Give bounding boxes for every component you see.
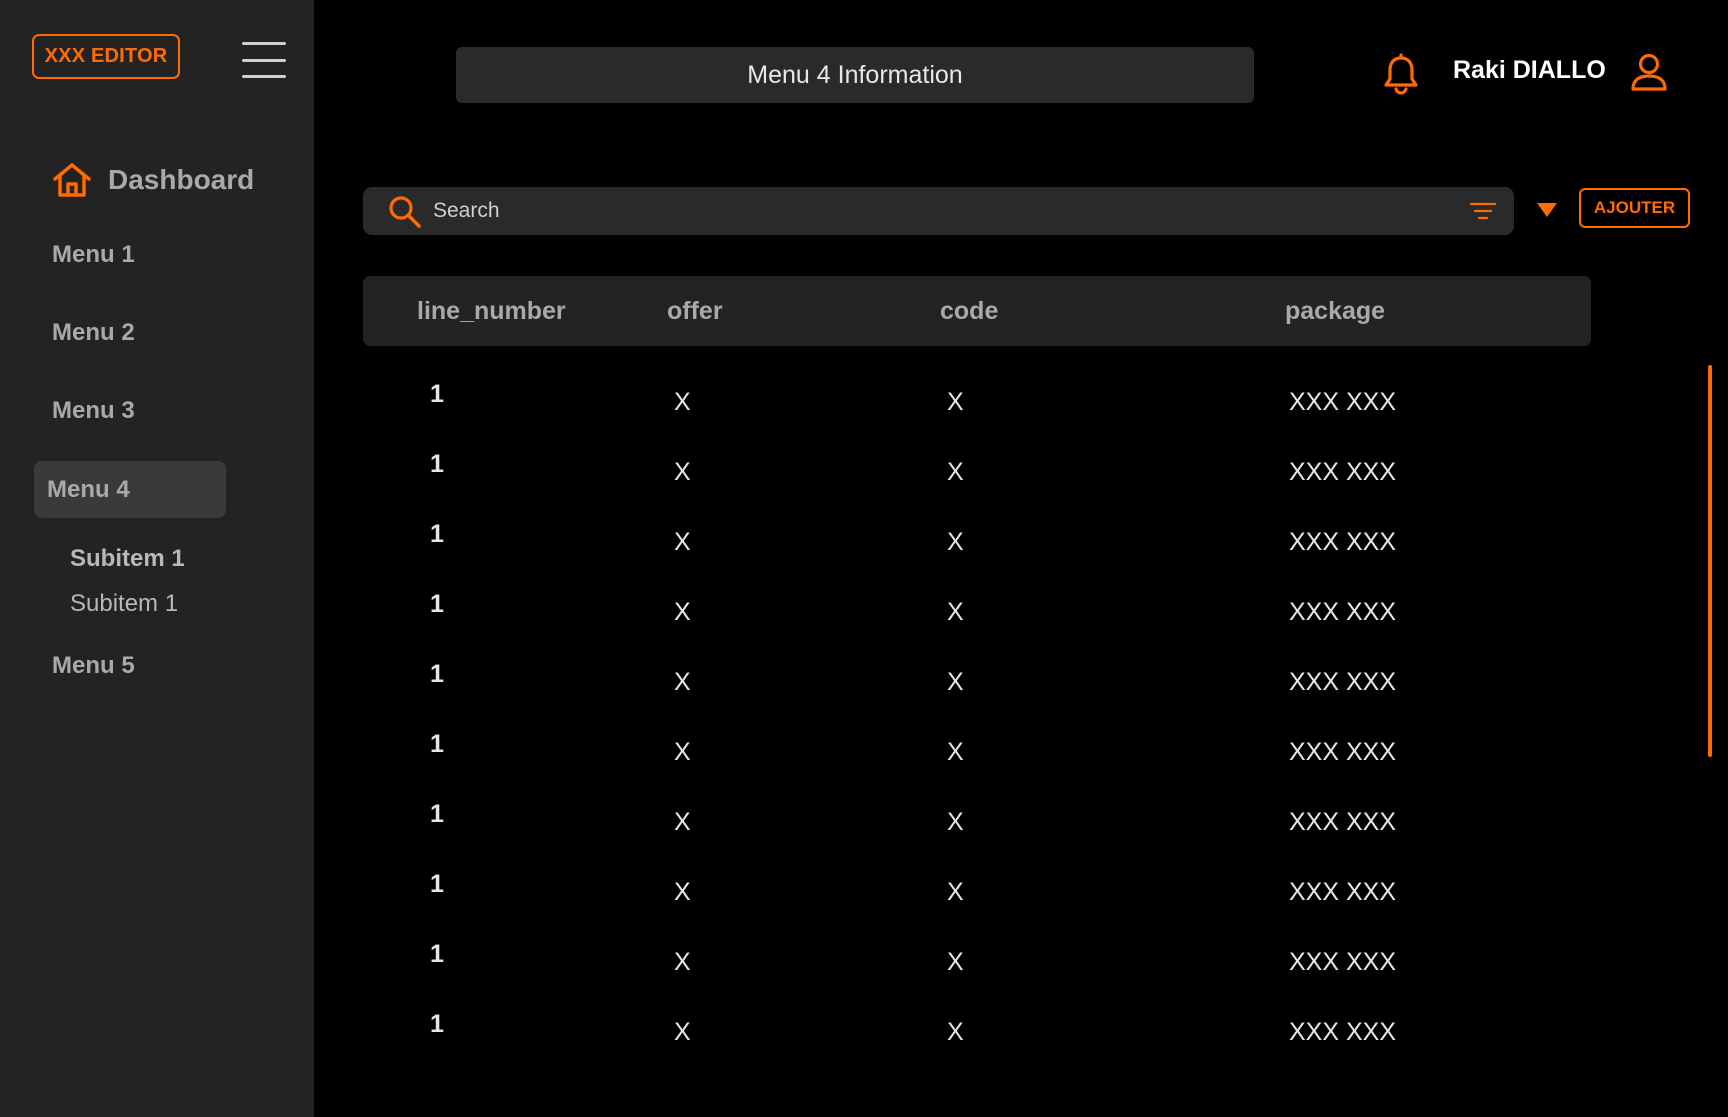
cell-code: X — [947, 808, 964, 836]
sidebar-item-menu-3[interactable]: Menu 3 — [52, 397, 135, 425]
sidebar-item-dashboard[interactable]: Dashboard — [52, 158, 254, 202]
search-icon — [389, 196, 421, 228]
cell-offer: X — [674, 808, 691, 836]
table-row[interactable]: 1 X X XXX XXX — [363, 770, 1591, 840]
cell-offer: X — [674, 878, 691, 906]
cell-package: XXX XXX — [1289, 1018, 1396, 1046]
cell-line-number: 1 — [430, 870, 444, 898]
column-header-offer[interactable]: offer — [667, 276, 723, 346]
cell-package: XXX XXX — [1289, 458, 1396, 486]
cell-offer: X — [674, 458, 691, 486]
cell-package: XXX XXX — [1289, 388, 1396, 416]
table-row[interactable]: 1 X X XXX XXX — [363, 980, 1591, 1050]
search-bar — [363, 187, 1514, 235]
cell-package: XXX XXX — [1289, 808, 1396, 836]
cell-offer: X — [674, 598, 691, 626]
column-header-line-number[interactable]: line_number — [417, 276, 566, 346]
cell-offer: X — [674, 738, 691, 766]
sidebar-item-menu-5[interactable]: Menu 5 — [52, 652, 135, 680]
cell-line-number: 1 — [430, 450, 444, 478]
table-row[interactable]: 1 X X XXX XXX — [363, 700, 1591, 770]
user-name[interactable]: Raki DIALLO — [1453, 56, 1606, 85]
sidebar-item-menu-1[interactable]: Menu 1 — [52, 241, 135, 269]
table-body: 1 X X XXX XXX 1 X X XXX XXX 1 X X XXX XX… — [363, 350, 1591, 1050]
sidebar-subitem-2[interactable]: Subitem 1 — [70, 590, 178, 618]
cell-package: XXX XXX — [1289, 738, 1396, 766]
sidebar: XXX EDITOR Dashboard Menu 1 Menu 2 Menu … — [0, 0, 314, 1117]
table-row[interactable]: 1 X X XXX XXX — [363, 560, 1591, 630]
cell-code: X — [947, 878, 964, 906]
sidebar-subitem-1[interactable]: Subitem 1 — [70, 545, 185, 573]
add-button[interactable]: AJOUTER — [1579, 188, 1690, 228]
cell-code: X — [947, 598, 964, 626]
home-icon — [53, 163, 91, 197]
sidebar-item-label: Dashboard — [108, 164, 255, 195]
cell-code: X — [947, 668, 964, 696]
app-logo[interactable]: XXX EDITOR — [32, 34, 180, 79]
cell-line-number: 1 — [430, 380, 444, 408]
sidebar-item-menu-4[interactable]: Menu 4 — [34, 461, 226, 518]
page-title: Menu 4 Information — [456, 47, 1254, 103]
cell-package: XXX XXX — [1289, 668, 1396, 696]
table-row[interactable]: 1 X X XXX XXX — [363, 910, 1591, 980]
cell-code: X — [947, 528, 964, 556]
app-root: XXX EDITOR Dashboard Menu 1 Menu 2 Menu … — [0, 0, 1728, 1117]
notification-bell-icon[interactable] — [1382, 53, 1420, 95]
cell-code: X — [947, 458, 964, 486]
column-header-code[interactable]: code — [940, 276, 998, 346]
table-row[interactable]: 1 X X XXX XXX — [363, 350, 1591, 420]
cell-line-number: 1 — [430, 590, 444, 618]
table-row[interactable]: 1 X X XXX XXX — [363, 420, 1591, 490]
cell-code: X — [947, 388, 964, 416]
cell-offer: X — [674, 1018, 691, 1046]
cell-offer: X — [674, 668, 691, 696]
user-profile-icon[interactable] — [1629, 52, 1669, 92]
cell-line-number: 1 — [430, 730, 444, 758]
cell-package: XXX XXX — [1289, 878, 1396, 906]
cell-code: X — [947, 1018, 964, 1046]
cell-offer: X — [674, 948, 691, 976]
cell-offer: X — [674, 528, 691, 556]
cell-line-number: 1 — [430, 1010, 444, 1038]
cell-line-number: 1 — [430, 800, 444, 828]
table-header: line_number offer code package — [363, 276, 1591, 346]
cell-code: X — [947, 948, 964, 976]
search-input[interactable] — [433, 187, 1433, 235]
vertical-scrollbar[interactable] — [1708, 365, 1712, 757]
filter-icon[interactable] — [1470, 202, 1496, 220]
table-row[interactable]: 1 X X XXX XXX — [363, 630, 1591, 700]
column-header-package[interactable]: package — [1285, 276, 1385, 346]
cell-offer: X — [674, 388, 691, 416]
cell-package: XXX XXX — [1289, 528, 1396, 556]
sidebar-item-menu-2[interactable]: Menu 2 — [52, 319, 135, 347]
table-row[interactable]: 1 X X XXX XXX — [363, 490, 1591, 560]
cell-package: XXX XXX — [1289, 598, 1396, 626]
dropdown-arrow-icon[interactable] — [1536, 201, 1558, 219]
hamburger-menu-icon[interactable] — [242, 40, 286, 80]
table-row[interactable]: 1 X X XXX XXX — [363, 840, 1591, 910]
cell-line-number: 1 — [430, 660, 444, 688]
cell-code: X — [947, 738, 964, 766]
cell-package: XXX XXX — [1289, 948, 1396, 976]
cell-line-number: 1 — [430, 520, 444, 548]
cell-line-number: 1 — [430, 940, 444, 968]
